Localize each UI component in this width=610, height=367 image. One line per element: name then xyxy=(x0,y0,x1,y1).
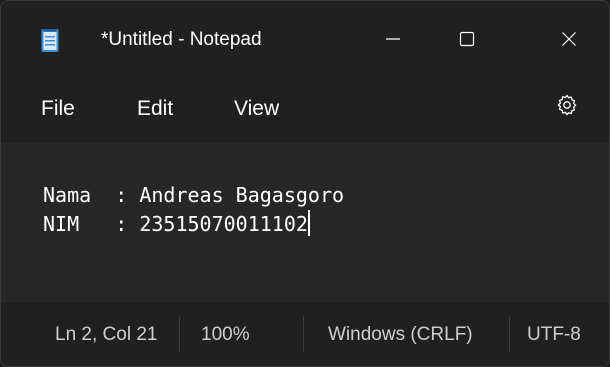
maximize-icon xyxy=(459,31,475,47)
status-divider xyxy=(179,316,180,352)
text-caret xyxy=(307,210,310,236)
gear-icon xyxy=(555,93,579,122)
status-divider xyxy=(303,316,304,352)
menu-bar: File Edit View xyxy=(1,77,609,143)
editor-content[interactable]: Nama : Andreas Bagasgoro NIM : 235150700… xyxy=(43,181,344,239)
status-zoom[interactable]: 100% xyxy=(201,324,250,346)
notepad-window: *Untitled - Notepad File Edit View Nama … xyxy=(0,0,610,367)
text-editor[interactable]: Nama : Andreas Bagasgoro NIM : 235150700… xyxy=(1,143,609,301)
status-cursor-position: Ln 2, Col 21 xyxy=(55,324,158,345)
menu-file[interactable]: File xyxy=(41,97,75,121)
status-bar: Ln 2, Col 21 100% Windows (CRLF) UTF-8 xyxy=(1,301,609,366)
maximize-button[interactable] xyxy=(431,1,503,77)
editor-line-1: Nama : Andreas Bagasgoro xyxy=(43,183,345,207)
status-line-ending[interactable]: Windows (CRLF) xyxy=(328,324,473,346)
settings-button[interactable] xyxy=(551,91,583,123)
title-bar[interactable]: *Untitled - Notepad xyxy=(1,1,609,77)
window-title: *Untitled - Notepad xyxy=(101,29,262,50)
status-divider xyxy=(509,316,510,352)
notepad-icon xyxy=(41,27,59,53)
menu-edit[interactable]: Edit xyxy=(137,97,173,121)
minimize-button[interactable] xyxy=(357,1,429,77)
menu-view[interactable]: View xyxy=(234,97,279,121)
status-encoding[interactable]: UTF-8 xyxy=(527,324,581,346)
close-icon xyxy=(561,31,577,47)
close-button[interactable] xyxy=(533,1,605,77)
minimize-icon xyxy=(385,31,401,47)
editor-line-2: NIM : 23515070011102 xyxy=(43,212,308,236)
